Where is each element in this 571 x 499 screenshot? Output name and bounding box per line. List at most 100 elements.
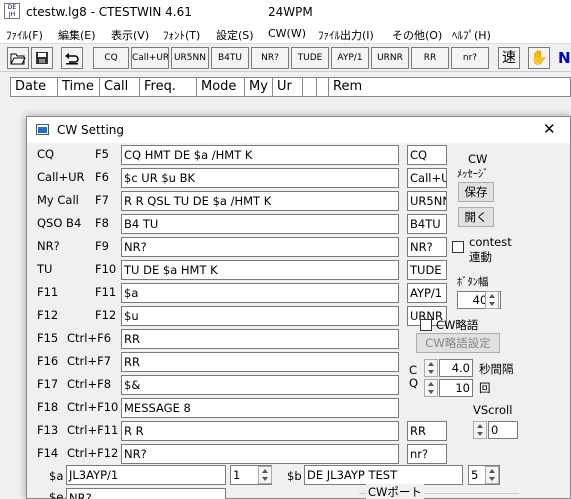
q-value-input[interactable]: 10 (439, 379, 473, 397)
message-input-f16[interactable]: RR (121, 352, 399, 372)
cw-message-label-2: ﾒｯｾｰｼﾞ (457, 168, 489, 180)
open-message-button[interactable]: 開く (458, 207, 494, 227)
vscroll-input[interactable]: 0 (488, 421, 518, 439)
toolbar-rr-button[interactable]: RR (411, 47, 449, 69)
toolbar-nr-lower-button[interactable]: nr? (451, 47, 489, 69)
col-time[interactable]: Time (58, 78, 100, 96)
col-my[interactable]: My (245, 78, 273, 96)
row-name-nr: NR? (37, 239, 60, 253)
menu-cw[interactable]: CW(W) (268, 27, 306, 40)
menu-font[interactable]: ﾌｫﾝﾄ(T) (163, 27, 200, 43)
button-label-input-f14[interactable]: nr? (407, 444, 447, 464)
message-input-call-ur[interactable]: $c UR $u BK (121, 168, 399, 188)
row-name-f18: F18 (37, 400, 59, 414)
contest-sync-checkbox[interactable] (452, 241, 464, 253)
row-name-f12: F12 (37, 308, 59, 322)
app-icon: DE JH (4, 3, 20, 19)
menu-edit[interactable]: 編集(E) (58, 27, 96, 43)
hand-icon[interactable]: ✋ (528, 47, 550, 69)
message-input-cq[interactable]: CQ HMT DE $a /HMT K (121, 145, 399, 165)
menu-settings[interactable]: 設定(S) (216, 27, 254, 43)
message-input-f13[interactable]: R R (121, 421, 399, 441)
row-name-f13: F13 (37, 423, 59, 437)
message-input-tu[interactable]: TU DE $a HMT K (121, 260, 399, 280)
message-input-nr[interactable]: NR? (121, 237, 399, 257)
var-b-input[interactable]: DE JL3AYP TEST (304, 465, 463, 485)
cw-setting-dialog: CW Setting ✕ CQ F5 CQ HMT DE $a /HMT K C… (26, 116, 571, 499)
var-b-label: $b (287, 469, 302, 483)
button-label-input-my-call[interactable]: UR5NN (407, 191, 447, 211)
button-label-input-nr[interactable]: NR? (407, 237, 447, 257)
log-header: Date Time Call Freq. Mode My Ur Rem (10, 77, 571, 97)
edge-icon[interactable]: N (558, 49, 571, 67)
var-a-spinner[interactable] (258, 466, 272, 484)
col-blank-1[interactable] (303, 78, 317, 96)
row-name-qso-b4: QSO B4 (37, 216, 82, 230)
message-input-my-call[interactable]: R R QSL TU DE $a /HMT K (121, 191, 399, 211)
message-input-f12[interactable]: $u (121, 306, 399, 326)
var-a-input[interactable]: JL3AYP/1 (66, 465, 226, 485)
menu-other[interactable]: その他(O) (392, 27, 442, 43)
toolbar-b4tu-button[interactable]: B4TU (211, 47, 249, 69)
cw-abbr-setting-button[interactable]: CW略語設定 (416, 333, 500, 353)
message-input-f17[interactable]: $& (121, 375, 399, 395)
toolbar-tude-button[interactable]: TUDE (291, 47, 329, 69)
col-ur[interactable]: Ur (273, 78, 303, 96)
row-name-cq: CQ (37, 147, 55, 161)
col-date[interactable]: Date (11, 78, 58, 96)
toolbar-nr-button[interactable]: NR? (251, 47, 289, 69)
message-input-f11[interactable]: $a (121, 283, 399, 303)
row-key-qso-b4: F8 (95, 216, 109, 230)
menu-file[interactable]: ﾌｧｲﾙ(F) (6, 27, 43, 43)
menu-file-output[interactable]: ﾌｧｲﾙ出力(I) (318, 27, 374, 43)
c-value-input[interactable]: 4.0 (439, 359, 473, 377)
col-rem[interactable]: Rem (329, 78, 409, 96)
message-input-f15[interactable]: RR (121, 329, 399, 349)
save-message-button[interactable]: 保存 (458, 182, 494, 202)
row-key-my-call: F7 (95, 193, 109, 207)
col-blank-2[interactable] (317, 78, 329, 96)
undo-icon[interactable] (61, 47, 83, 69)
button-label-input-qso-b4[interactable]: B4TU (407, 214, 447, 234)
toolbar-ayp1-button[interactable]: AYP/1 (331, 47, 369, 69)
toolbar-ur5nn-button[interactable]: UR5NN (171, 47, 209, 69)
c-label: C (409, 363, 418, 377)
button-label-input-f11[interactable]: AYP/1 (407, 283, 447, 303)
save-disk-icon[interactable] (31, 47, 53, 69)
q-value-spinner[interactable] (424, 379, 438, 397)
message-input-f18[interactable]: MESSAGE 8 (121, 398, 399, 418)
interval-label: 秒間隔 (479, 362, 514, 376)
cw-port-label: CWポート (366, 484, 424, 499)
toolbar-cq-button[interactable]: CQ (93, 47, 129, 69)
row-key-f15: Ctrl+F6 (67, 331, 112, 345)
var-a-label: $a (49, 469, 64, 483)
row-key-f18: Ctrl+F10 (67, 400, 119, 414)
button-label-input-tu[interactable]: TUDE (407, 260, 447, 280)
toolbar-call-ur-button[interactable]: Call+UR (131, 47, 169, 69)
menu-help[interactable]: ﾍﾙﾌﾟ(H) (452, 27, 491, 43)
row-key-f17: Ctrl+F8 (67, 377, 112, 391)
vscroll-spinner[interactable] (473, 421, 487, 439)
button-label-input-cq[interactable]: CQ (407, 145, 447, 165)
row-key-f13: Ctrl+F11 (67, 423, 119, 437)
toolbar-urnr-button[interactable]: URNR (371, 47, 409, 69)
cw-abbr-checkbox[interactable] (420, 319, 432, 331)
menu-view[interactable]: 表示(V) (111, 27, 149, 43)
c-value-spinner[interactable] (424, 359, 438, 377)
col-mode[interactable]: Mode (197, 78, 245, 96)
col-call[interactable]: Call (100, 78, 140, 96)
button-width-spinner[interactable] (485, 291, 499, 309)
dialog-title-bar: CW Setting ✕ (27, 117, 570, 143)
speed-icon[interactable]: 速 (498, 47, 520, 69)
message-input-f14[interactable]: NR? (121, 444, 399, 464)
close-icon[interactable]: ✕ (543, 120, 556, 138)
var-b-spinner[interactable] (485, 466, 499, 484)
button-label-input-f13[interactable]: RR (407, 421, 447, 441)
var-e-input[interactable]: NR? (66, 488, 226, 499)
message-input-qso-b4[interactable]: B4 TU (121, 214, 399, 234)
button-label-input-call-ur[interactable]: Call+UR (407, 168, 447, 188)
toolbar: CQ Call+UR UR5NN B4TU NR? TUDE AYP/1 URN… (0, 44, 571, 72)
vscroll-label: VScroll (473, 403, 513, 417)
open-folder-icon[interactable] (7, 47, 29, 69)
col-freq[interactable]: Freq. (140, 78, 197, 96)
